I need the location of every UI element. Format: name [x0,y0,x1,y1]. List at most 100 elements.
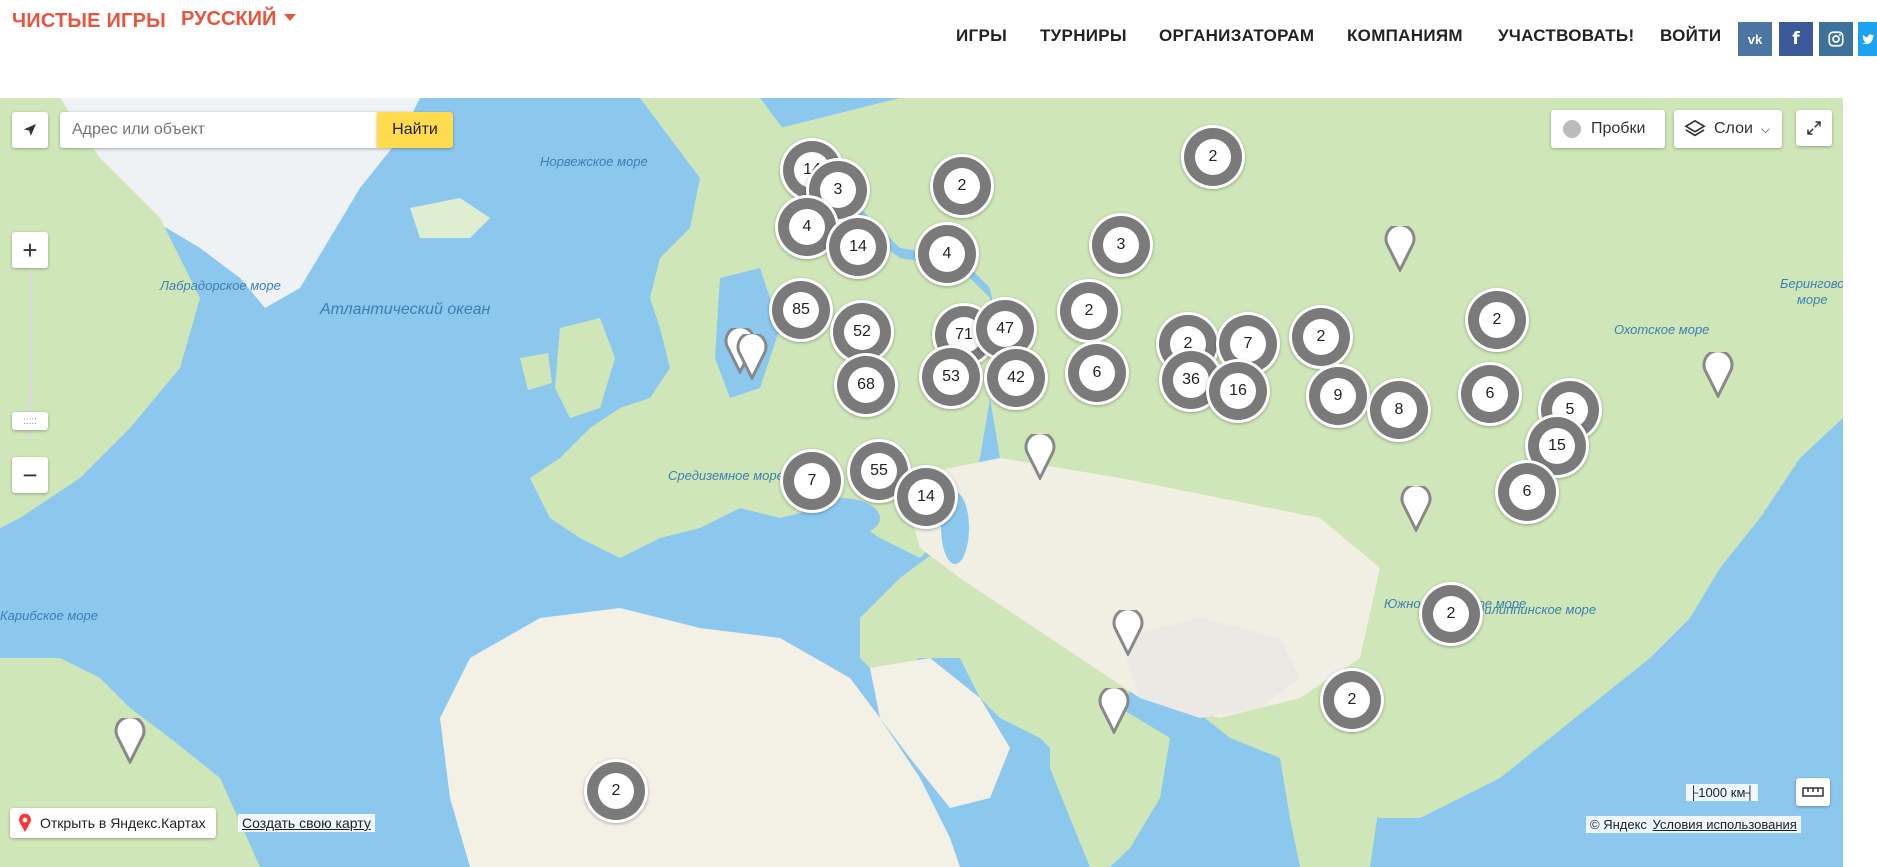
language-selector[interactable]: РУССКИЙ [181,8,297,31]
facebook-button[interactable]: f [1779,22,1813,56]
zoom-out-button[interactable]: − [12,457,48,493]
sea-label: Норвежское море [540,154,648,169]
open-in-yandex-link[interactable]: Открыть в Яндекс.Картах [10,808,216,838]
cluster-count: 4 [929,236,965,272]
traffic-button[interactable]: Пробки [1551,110,1665,148]
plus-icon: + [22,234,38,265]
map-copyright: © Яндекс Условия использования [1586,816,1801,833]
sea-label: Карибское море [0,608,98,623]
cluster-count: 85 [783,292,819,328]
geolocation-button[interactable] [12,112,48,148]
sea-label: Берингово море [1780,276,1843,307]
cluster-count: 53 [933,359,969,395]
map-pin-icon[interactable] [1396,486,1436,532]
map-pin-icon[interactable] [1698,352,1738,398]
nav-games[interactable]: ИГРЫ [956,26,1007,46]
open-in-yandex-label: Открыть в Яндекс.Картах [40,815,206,831]
map-cluster[interactable]: 6 [1495,460,1559,524]
sea-label: Средиземное море [668,468,784,483]
cluster-count: 14 [840,229,876,265]
cluster-count: 2 [1195,139,1231,175]
twitter-icon [1861,34,1874,45]
cluster-count: 16 [1220,373,1256,409]
vk-button[interactable]: vk [1738,22,1772,56]
nav-companies[interactable]: КОМПАНИЯМ [1347,26,1463,46]
map-pin-icon[interactable] [732,334,772,380]
nav-tournaments[interactable]: ТУРНИРЫ [1040,26,1127,46]
map-area[interactable]: Норвежское море Лабрадорское море Атлант… [0,98,1843,867]
map-cluster[interactable]: 4 [915,222,979,286]
map-pin-icon[interactable] [110,718,150,764]
cluster-count: 7 [1230,326,1266,362]
location-arrow-icon [24,124,36,136]
map-cluster[interactable]: 8 [1367,378,1431,442]
map-cluster[interactable]: 85 [769,278,833,342]
zoom-slider-handle[interactable]: ::::: [12,412,48,430]
sea-label: Атлантический океан [320,301,491,318]
map-cluster[interactable]: 6 [1065,341,1129,405]
map-cluster[interactable]: 7 [780,449,844,513]
map-cluster[interactable]: 16 [1206,359,1270,423]
layers-label: Слои [1714,120,1753,137]
cluster-count: 55 [861,453,897,489]
scale-bracket-icon: ┤ [1745,785,1755,800]
nav-login[interactable]: ВОЙТИ [1660,26,1721,46]
zoom-in-button[interactable]: + [12,232,48,268]
map-pin-icon[interactable] [1380,226,1420,272]
map-cluster[interactable]: 2 [1465,288,1529,352]
facebook-icon: f [1792,29,1800,49]
scale-bracket-icon: ├ [1689,785,1699,800]
map-cluster[interactable]: 2 [584,759,648,823]
layers-button[interactable]: Слои ⌵ [1674,110,1782,148]
map-cluster[interactable]: 2 [930,154,994,218]
map-pin-icon[interactable] [1108,610,1148,656]
nav-participate[interactable]: УЧАСТВОВАТЬ! [1498,26,1634,46]
map-cluster[interactable]: 53 [919,345,983,409]
map-search-input[interactable] [72,121,377,139]
map-pin-icon[interactable] [1020,434,1060,480]
map-cluster[interactable]: 3 [1089,213,1153,277]
map-search-button[interactable]: Найти [377,112,453,148]
map-cluster[interactable]: 2 [1057,279,1121,343]
map-pin-icon[interactable] [1094,688,1134,734]
map-marker-icon [19,813,31,832]
map-cluster[interactable]: 2 [1289,305,1353,369]
map-cluster[interactable]: 2 [1320,668,1384,732]
site-logo[interactable]: ЧИСТЫЕ ИГРЫ [12,10,166,33]
cluster-count: 52 [844,314,880,350]
map-search-box [60,112,377,148]
cluster-count: 3 [1103,227,1139,263]
map-scale: ├1000 км┤ [1686,784,1758,801]
ruler-icon [1802,787,1824,797]
chevron-down-icon: ⌵ [1760,121,1771,136]
map-cluster[interactable]: 14 [826,215,890,279]
create-map-link[interactable]: Создать свою карту [238,814,375,832]
cluster-count: 4 [789,209,825,245]
traffic-label: Пробки [1591,120,1646,137]
twitter-button[interactable] [1858,22,1877,56]
map-cluster[interactable]: 6 [1458,362,1522,426]
map-cluster[interactable]: 9 [1306,364,1370,428]
minus-icon: − [22,459,38,490]
cluster-count: 36 [1173,362,1209,398]
cluster-count: 9 [1320,378,1356,414]
map-cluster[interactable]: 42 [984,346,1048,410]
cluster-count: 2 [1334,682,1370,718]
expand-icon [1807,121,1821,135]
map-cluster[interactable]: 68 [834,353,898,417]
site-header: ЧИСТЫЕ ИГРЫ РУССКИЙ ИГРЫ ТУРНИРЫ ОРГАНИЗ… [0,0,1877,98]
instagram-button[interactable] [1819,22,1853,56]
sea-label: Охотское море [1614,322,1710,337]
terms-link[interactable]: Условия использования [1653,817,1797,832]
cluster-count: 6 [1472,376,1508,412]
chevron-down-icon [284,14,297,22]
map-cluster[interactable]: 2 [1419,582,1483,646]
vk-icon: vk [1747,31,1763,47]
map-cluster[interactable]: 2 [1181,125,1245,189]
nav-organizers[interactable]: ОРГАНИЗАТОРАМ [1159,26,1314,46]
fullscreen-button[interactable] [1796,110,1832,146]
cluster-count: 2 [1303,319,1339,355]
cluster-count: 47 [987,311,1023,347]
map-cluster[interactable]: 14 [894,465,958,529]
ruler-button[interactable] [1796,778,1830,806]
